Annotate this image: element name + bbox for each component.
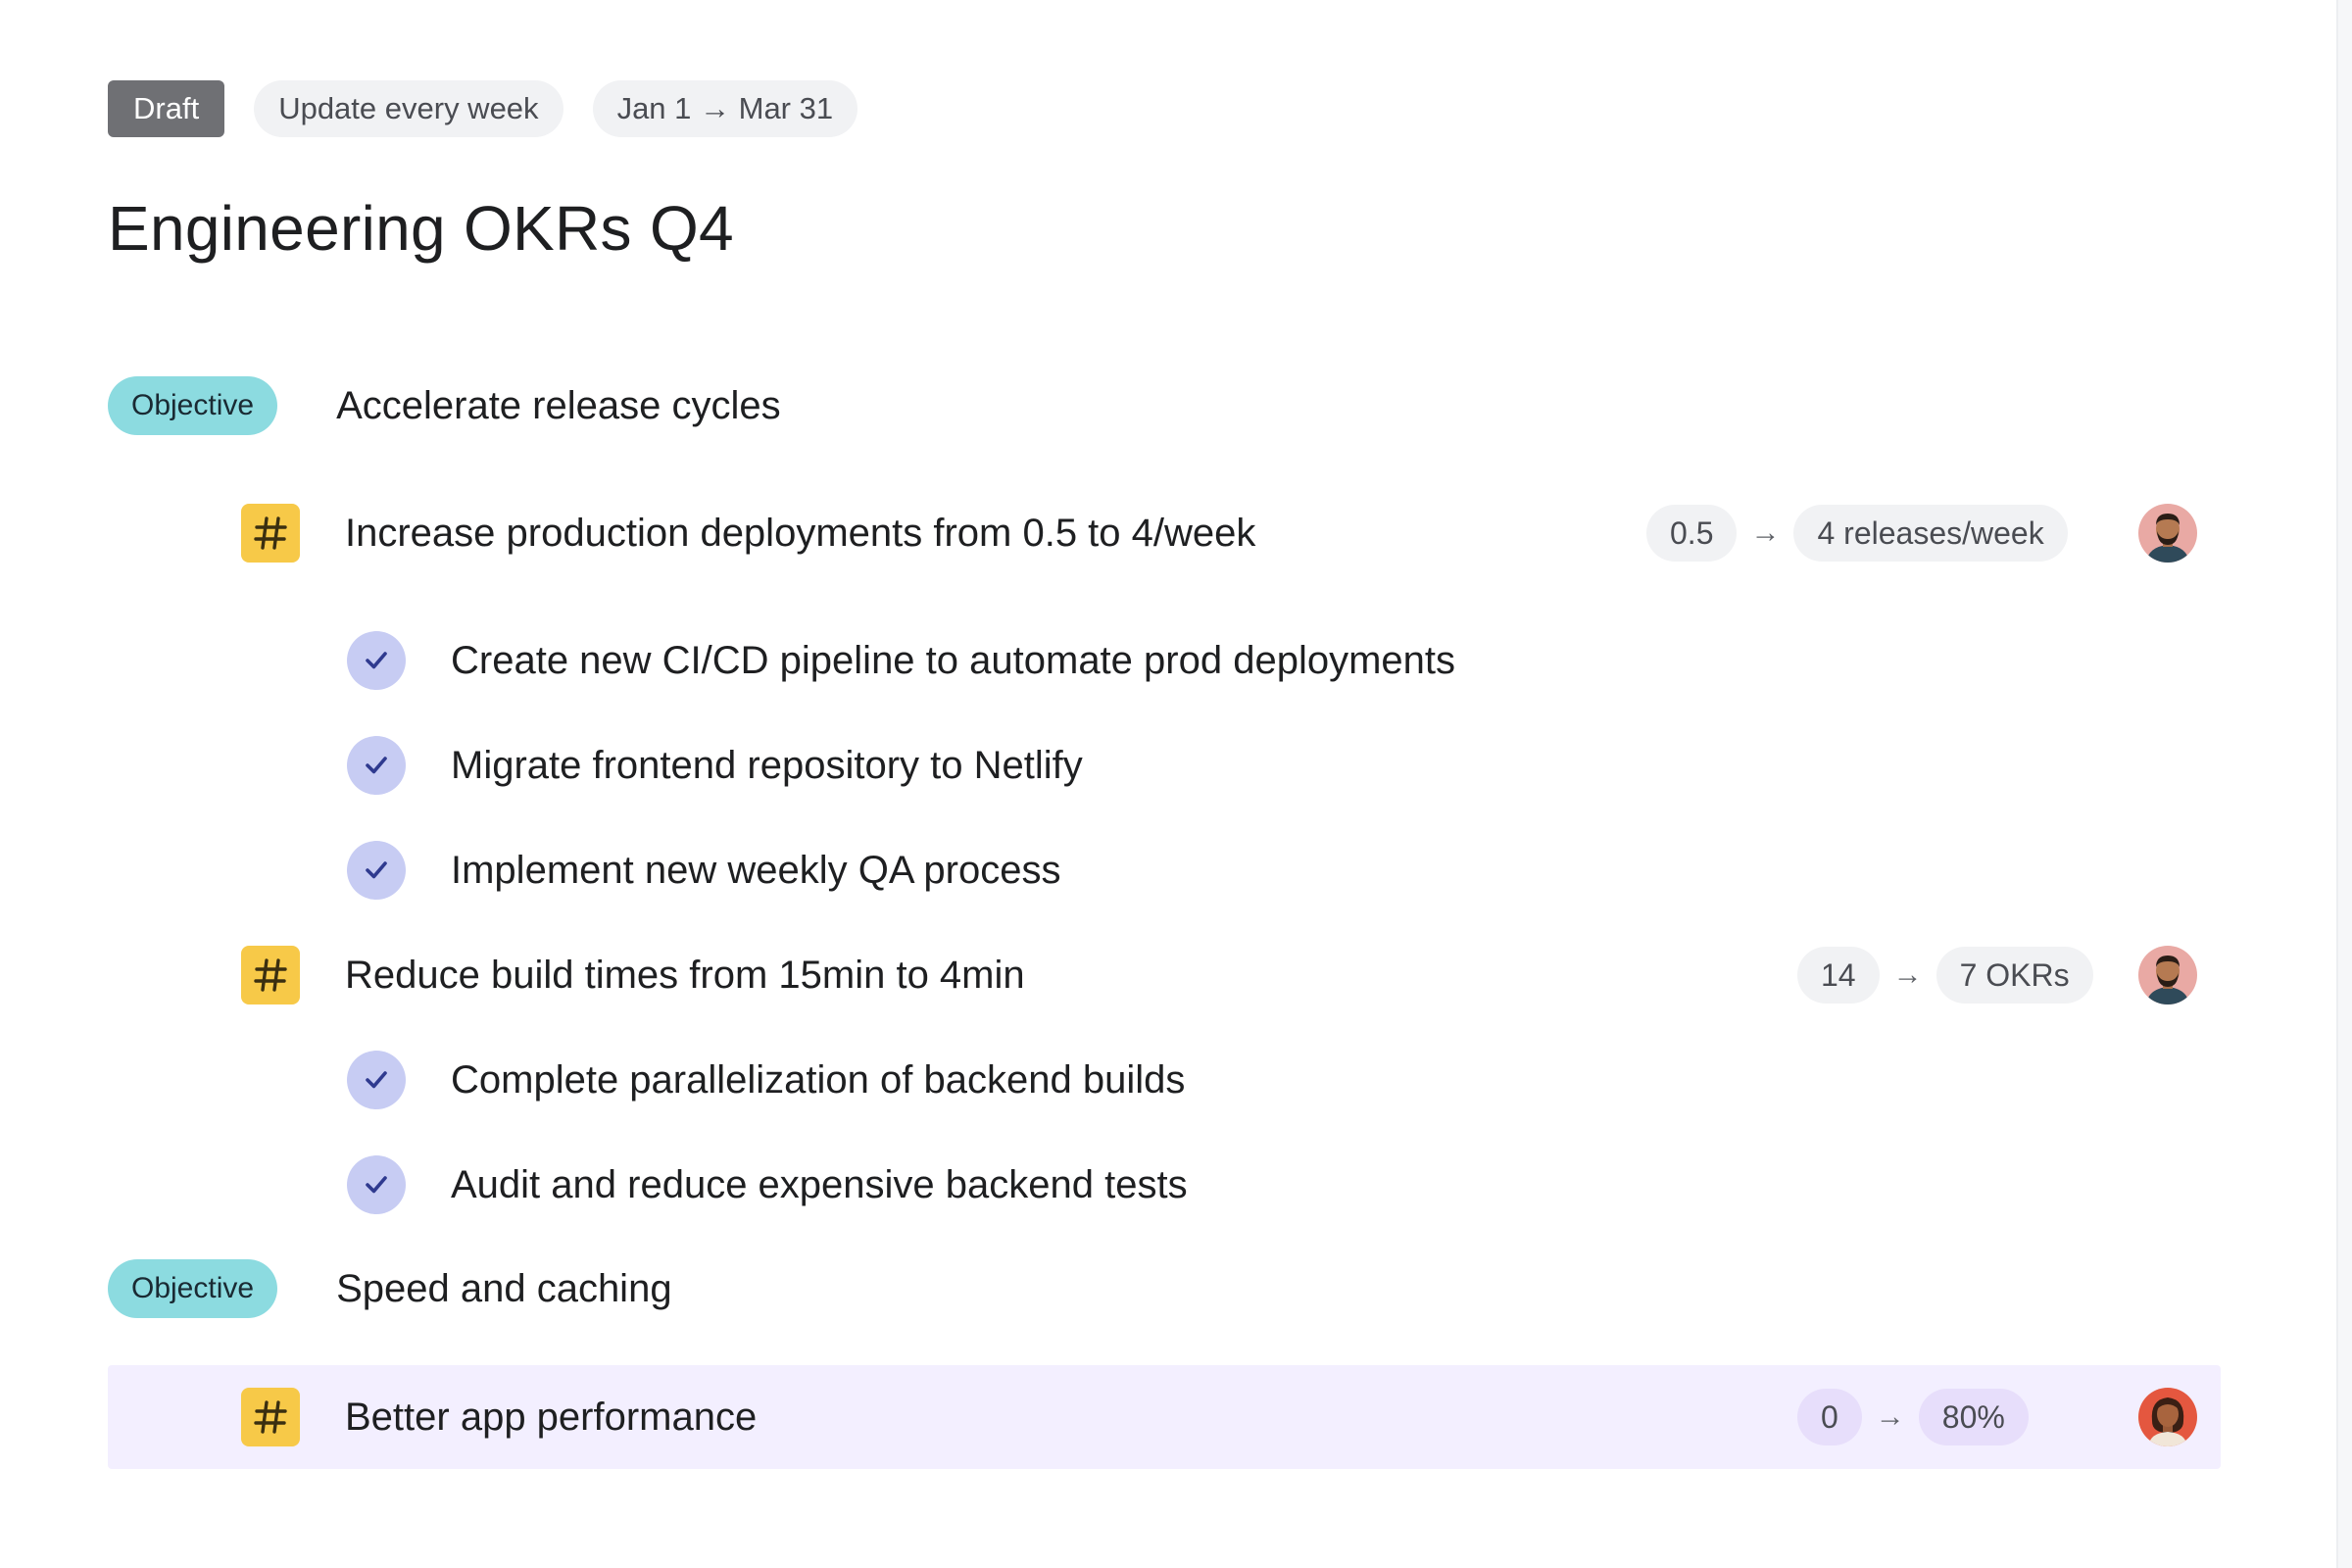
objective-badge: Objective: [108, 376, 278, 435]
key-result-metric[interactable]: 0.5 → 4 releases/week: [1646, 505, 2068, 562]
task-title: Implement new weekly QA process: [451, 848, 1061, 892]
task-row[interactable]: Migrate frontend repository to Netlify: [108, 736, 2221, 795]
hash-icon: [241, 946, 300, 1004]
metric-target-value: 80%: [1918, 1389, 2029, 1446]
objective-badge: Objective: [108, 1259, 278, 1318]
key-result-row[interactable]: Increase production deployments from 0.5…: [108, 504, 2221, 563]
task-title: Audit and reduce expensive backend tests: [451, 1162, 1188, 1206]
task-row[interactable]: Create new CI/CD pipeline to automate pr…: [108, 631, 2221, 690]
task-row[interactable]: Complete parallelization of backend buil…: [108, 1051, 2221, 1109]
hash-icon: [241, 1388, 300, 1446]
goal-meta-row: Draft Update every week Jan 1 → Mar 31: [108, 80, 858, 137]
key-result-row-selected[interactable]: Better app performance 0 → 80%: [108, 1365, 2221, 1469]
metric-start-value: 0: [1797, 1389, 1862, 1446]
key-result-title: Better app performance: [345, 1395, 758, 1439]
key-result-metric[interactable]: 0 → 80%: [1797, 1389, 2029, 1446]
metric-start-value: 14: [1797, 947, 1880, 1004]
objective-title: Speed and caching: [336, 1266, 672, 1310]
task-row[interactable]: Audit and reduce expensive backend tests: [108, 1155, 2221, 1214]
date-range-pill[interactable]: Jan 1 → Mar 31: [592, 80, 858, 137]
okr-page: Draft Update every week Jan 1 → Mar 31 E…: [0, 0, 2352, 1568]
page-title[interactable]: Engineering OKRs Q4: [108, 192, 734, 265]
task-title: Migrate frontend repository to Netlify: [451, 743, 1083, 787]
task-row[interactable]: Implement new weekly QA process: [108, 841, 2221, 900]
avatar[interactable]: [2138, 1388, 2197, 1446]
update-cadence-pill[interactable]: Update every week: [254, 80, 564, 137]
avatar[interactable]: [2138, 946, 2197, 1004]
scrollbar-track[interactable]: [2336, 0, 2352, 1568]
objective-row[interactable]: Objective Accelerate release cycles: [108, 376, 2221, 435]
check-icon[interactable]: [347, 1155, 406, 1214]
hash-icon: [241, 504, 300, 563]
objective-title: Accelerate release cycles: [336, 383, 781, 427]
key-result-title: Reduce build times from 15min to 4min: [345, 953, 1025, 997]
check-icon[interactable]: [347, 1051, 406, 1109]
key-result-row[interactable]: Reduce build times from 15min to 4min 14…: [108, 946, 2221, 1004]
metric-start-value: 0.5: [1646, 505, 1738, 562]
check-icon[interactable]: [347, 841, 406, 900]
metric-target-value: 7 OKRs: [1936, 947, 2093, 1004]
arrow-right-icon: →: [1875, 1400, 1905, 1433]
task-title: Complete parallelization of backend buil…: [451, 1057, 1186, 1102]
status-badge[interactable]: Draft: [108, 80, 225, 137]
task-title: Create new CI/CD pipeline to automate pr…: [451, 638, 1455, 682]
arrow-right-icon: →: [1892, 958, 1923, 991]
key-result-metric[interactable]: 14 → 7 OKRs: [1797, 947, 2093, 1004]
objective-row[interactable]: Objective Speed and caching: [108, 1259, 2221, 1318]
check-icon[interactable]: [347, 631, 406, 690]
arrow-right-icon: →: [1750, 516, 1781, 549]
metric-target-value: 4 releases/week: [1793, 505, 2068, 562]
avatar[interactable]: [2138, 504, 2197, 563]
check-icon[interactable]: [347, 736, 406, 795]
key-result-title: Increase production deployments from 0.5…: [345, 511, 1256, 555]
